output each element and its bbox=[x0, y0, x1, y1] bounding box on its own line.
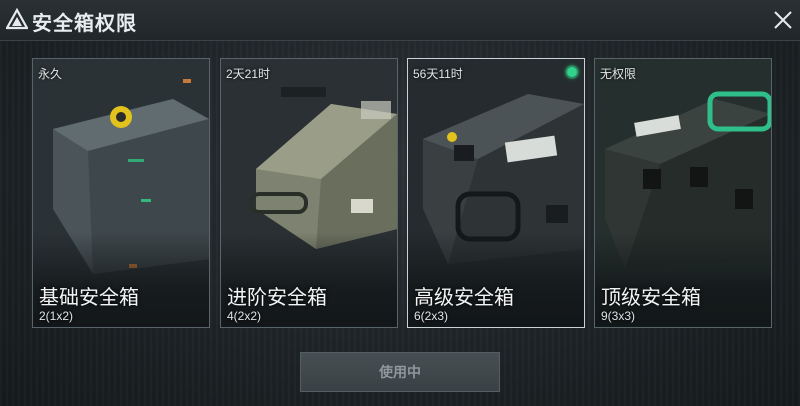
active-dot-icon bbox=[567, 67, 577, 77]
card-name: 基础安全箱 bbox=[39, 287, 139, 309]
close-icon[interactable] bbox=[772, 9, 794, 31]
safebox-card-advanced[interactable]: 2天21时 进阶安全箱 4(2x2) bbox=[220, 58, 398, 328]
safebox-card-basic[interactable]: 永久 基础安全箱 2(1x2) bbox=[32, 58, 210, 328]
header-bar: 安全箱权限 bbox=[0, 0, 800, 41]
card-capacity: 4(2x2) bbox=[227, 309, 262, 323]
card-name: 高级安全箱 bbox=[414, 287, 514, 309]
page-title: 安全箱权限 bbox=[32, 13, 137, 35]
triangle-logo-icon bbox=[6, 8, 28, 30]
safebox-card-premium[interactable]: 56天11时 高级安全箱 6(2x3) bbox=[407, 58, 585, 328]
card-status: 永久 bbox=[38, 67, 63, 81]
card-capacity: 9(3x3) bbox=[601, 309, 636, 323]
card-status: 56天11时 bbox=[413, 67, 463, 81]
card-status: 2天21时 bbox=[226, 67, 271, 81]
card-name: 进阶安全箱 bbox=[227, 287, 327, 309]
card-capacity: 2(1x2) bbox=[39, 309, 74, 323]
card-status: 无权限 bbox=[600, 67, 637, 81]
in-use-button[interactable]: 使用中 bbox=[300, 352, 500, 392]
card-name: 顶级安全箱 bbox=[601, 287, 701, 309]
card-capacity: 6(2x3) bbox=[414, 309, 449, 323]
safebox-card-top[interactable]: 无权限 顶级安全箱 9(3x3) bbox=[594, 58, 772, 328]
